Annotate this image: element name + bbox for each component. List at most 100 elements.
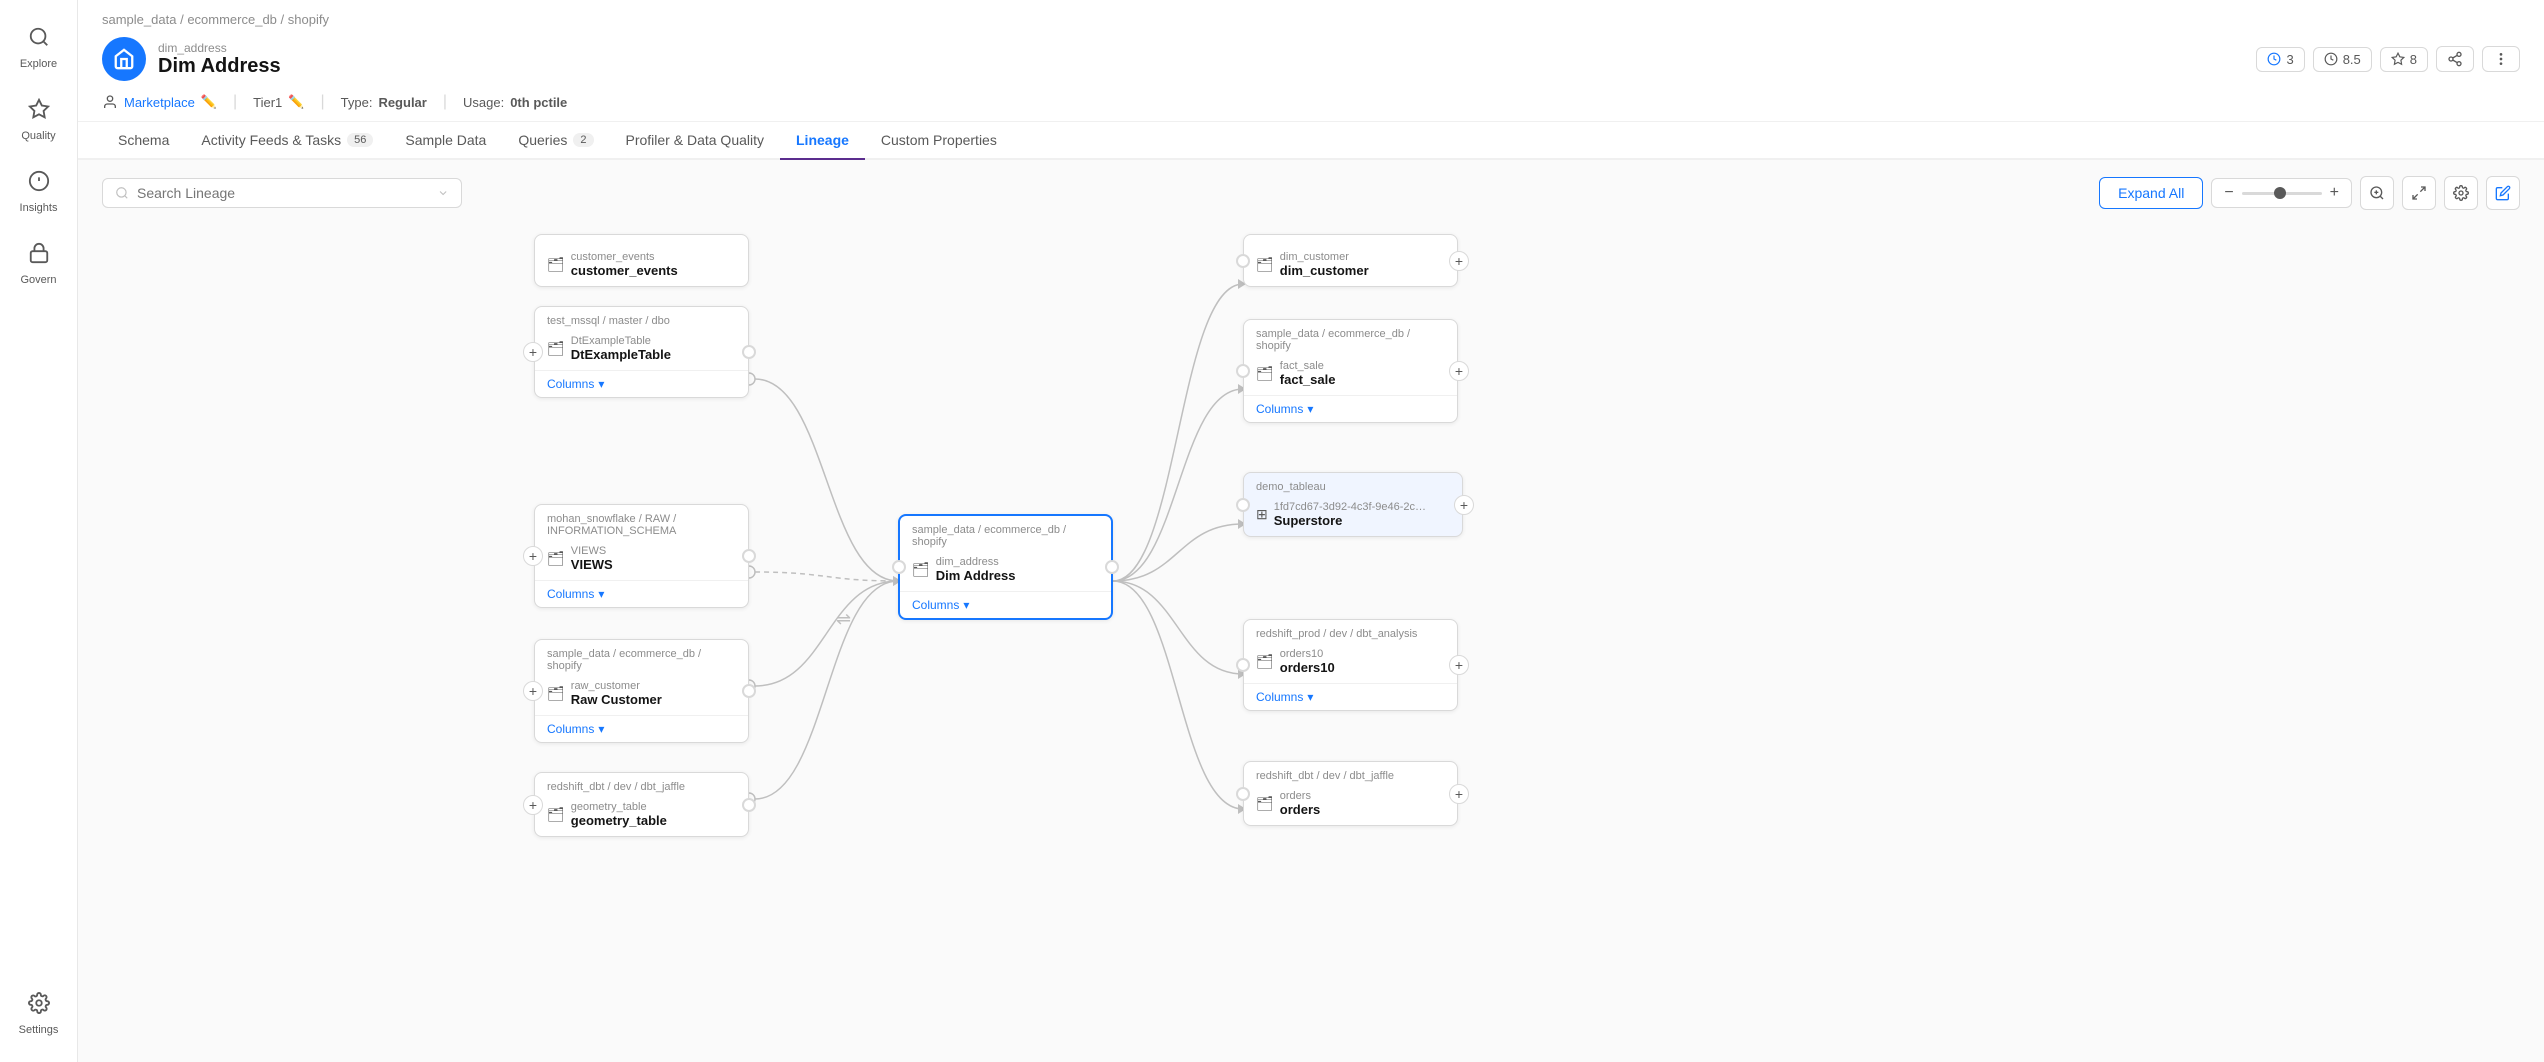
zoom-control: − +: [2211, 178, 2352, 208]
node-customer-events: 🗂 customer_events customer_events: [534, 234, 749, 287]
lineage-toolbar: Expand All − +: [102, 176, 2520, 210]
more-options-button[interactable]: [2482, 46, 2520, 72]
views-add-left[interactable]: +: [523, 546, 543, 566]
stars-badge[interactable]: 8: [2380, 47, 2428, 72]
dim-customer-icon: 🗂: [1256, 256, 1274, 273]
lineage-controls: Expand All − +: [2099, 176, 2520, 210]
sidebar-item-explore-label: Explore: [20, 58, 57, 70]
zoom-slider[interactable]: [2242, 192, 2322, 195]
share-button[interactable]: [2436, 46, 2474, 72]
table-icon-2: 🗂: [547, 340, 565, 357]
node-orders: redshift_dbt / dev / dbt_jaffle 🗂 orders…: [1243, 761, 1458, 826]
orders10-add-right[interactable]: +: [1449, 655, 1469, 675]
orders-add-right[interactable]: +: [1449, 784, 1469, 804]
node-dim-address: sample_data / ecommerce_db / shopify 🗂 d…: [898, 514, 1113, 620]
meta-row: Marketplace ✏️ | Tier1 ✏️ | Type: Regula…: [102, 93, 2520, 121]
dim-customer-add-right[interactable]: +: [1449, 251, 1469, 271]
sidebar-item-govern[interactable]: Govern: [4, 232, 74, 296]
node-dt-example: test_mssql / master / dbo 🗂 DtExampleTab…: [534, 306, 749, 398]
sidebar-item-explore[interactable]: Explore: [4, 16, 74, 80]
orders10-columns-btn[interactable]: Columns ▾: [1244, 683, 1457, 710]
sidebar-item-quality-label: Quality: [21, 130, 55, 142]
orders10-icon: 🗂: [1256, 653, 1274, 670]
node-fact-sale: sample_data / ecommerce_db / shopify 🗂 f…: [1243, 319, 1458, 423]
node-dim-customer: 🗂 dim_customer dim_customer +: [1243, 234, 1458, 287]
fact-sale-connector-left: [1236, 364, 1250, 378]
node-raw-customer: sample_data / ecommerce_db / shopify 🗂 r…: [534, 639, 749, 743]
fit-view-button[interactable]: [2360, 176, 2394, 210]
breadcrumb-part-2[interactable]: ecommerce_db: [187, 12, 277, 27]
geometry-add-left[interactable]: +: [523, 795, 543, 815]
tab-lineage[interactable]: Lineage: [780, 122, 865, 160]
node-orders10: redshift_prod / dev / dbt_analysis 🗂 ord…: [1243, 619, 1458, 711]
tab-queries[interactable]: Queries 2: [502, 122, 609, 160]
dim-address-columns-btn[interactable]: Columns ▾: [900, 591, 1111, 618]
tabs-row: Schema Activity Feeds & Tasks 56 Sample …: [78, 122, 2544, 160]
sidebar-item-insights[interactable]: Insights: [4, 160, 74, 224]
table-icon: 🗂: [547, 256, 565, 273]
dim-address-connector-left: [892, 560, 906, 574]
sidebar-item-settings[interactable]: Settings: [4, 982, 74, 1046]
node-views: mohan_snowflake / RAW / INFORMATION_SCHE…: [534, 504, 749, 608]
raw-customer-columns-btn[interactable]: Columns ▾: [535, 715, 748, 742]
superstore-icon: ⊞: [1256, 506, 1268, 523]
orders-connector-left: [1236, 787, 1250, 801]
sidebar-item-insights-label: Insights: [20, 202, 58, 214]
dim-address-connector-right: [1105, 560, 1119, 574]
entity-icon: [102, 37, 146, 81]
orders-icon: 🗂: [1256, 795, 1274, 812]
expand-all-button[interactable]: Expand All: [2099, 177, 2203, 209]
entity-title: Dim Address: [158, 55, 281, 78]
dt-add-left[interactable]: +: [523, 342, 543, 362]
dim-customer-connector-left: [1236, 254, 1250, 268]
raw-customer-add-left[interactable]: +: [523, 681, 543, 701]
search-lineage-input[interactable]: [137, 185, 429, 201]
tab-custom[interactable]: Custom Properties: [865, 122, 1013, 160]
fact-sale-columns-btn[interactable]: Columns ▾: [1244, 395, 1457, 422]
settings-lineage-button[interactable]: [2444, 176, 2478, 210]
search-lineage-container[interactable]: [102, 178, 462, 208]
fullscreen-button[interactable]: [2402, 176, 2436, 210]
breadcrumb: sample_data / ecommerce_db / shopify: [102, 12, 2520, 27]
dashed-connector-icon: ⇌: [836, 609, 851, 630]
sidebar-item-quality[interactable]: Quality: [4, 88, 74, 152]
quality-icon: [28, 98, 50, 126]
raw-customer-connector-right: [742, 684, 756, 698]
history-badge[interactable]: 8.5: [2313, 47, 2372, 72]
tab-schema[interactable]: Schema: [102, 122, 185, 160]
govern-icon: [28, 242, 50, 270]
header-actions: 3 8.5 8: [2256, 46, 2520, 72]
sidebar-item-settings-label: Settings: [19, 1024, 59, 1036]
zoom-out-button[interactable]: −: [2222, 184, 2235, 202]
edit-lineage-button[interactable]: [2486, 176, 2520, 210]
tab-profiler[interactable]: Profiler & Data Quality: [610, 122, 781, 160]
tab-sample-data[interactable]: Sample Data: [389, 122, 502, 160]
settings-icon: [28, 992, 50, 1020]
zoom-in-button[interactable]: +: [2328, 184, 2341, 202]
fact-sale-add-right[interactable]: +: [1449, 361, 1469, 381]
views-columns-btn[interactable]: Columns ▾: [535, 580, 748, 607]
views-badge[interactable]: 3: [2256, 47, 2304, 72]
entity-titles: dim_address Dim Address: [158, 41, 281, 78]
node-geometry: redshift_dbt / dev / dbt_jaffle 🗂 geomet…: [534, 772, 749, 837]
lineage-area: Expand All − +: [78, 160, 2544, 1062]
breadcrumb-part-1[interactable]: sample_data: [102, 12, 176, 27]
fact-sale-icon: 🗂: [1256, 365, 1274, 382]
owner-edit-icon[interactable]: ✏️: [201, 94, 217, 110]
superstore-add-right[interactable]: +: [1454, 495, 1474, 515]
tier-edit-icon[interactable]: ✏️: [288, 94, 304, 110]
orders10-connector-left: [1236, 658, 1250, 672]
views-connector-right: [742, 549, 756, 563]
raw-customer-icon: 🗂: [547, 685, 565, 702]
geometry-icon: 🗂: [547, 806, 565, 823]
tab-activity[interactable]: Activity Feeds & Tasks 56: [185, 122, 389, 160]
owner-link[interactable]: Marketplace: [124, 95, 195, 110]
type-meta: Type: Regular: [341, 95, 427, 110]
owner-meta: Marketplace ✏️: [102, 94, 217, 110]
breadcrumb-part-3[interactable]: shopify: [288, 12, 329, 27]
lineage-canvas: 🗂 customer_events customer_events test_m…: [78, 224, 2544, 1062]
usage-meta: Usage: 0th pctile: [463, 95, 567, 110]
explore-icon: [28, 26, 50, 54]
views-icon: 🗂: [547, 550, 565, 567]
dt-columns-btn[interactable]: Columns ▾: [535, 370, 748, 397]
